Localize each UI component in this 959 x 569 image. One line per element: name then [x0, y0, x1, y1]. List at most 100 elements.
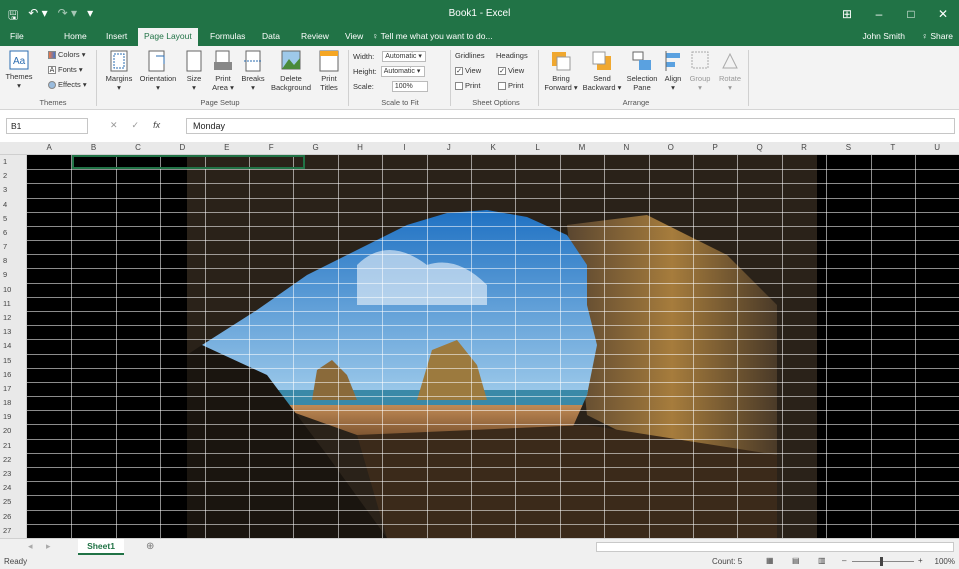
size-button[interactable]: Size ▾ [182, 50, 206, 92]
print-titles-button[interactable]: Print Titles [316, 50, 342, 92]
cancel-icon[interactable]: ✕ [110, 120, 118, 131]
column-header[interactable]: J [427, 143, 471, 152]
add-sheet-icon[interactable]: ⊕ [146, 541, 154, 552]
zoom-out-icon[interactable]: – [842, 556, 846, 565]
row-header[interactable]: 13 [0, 327, 24, 336]
gridlines-print-checkbox[interactable]: Print [455, 81, 480, 90]
row-header[interactable]: 24 [0, 483, 24, 492]
tab-formulas[interactable]: Formulas [210, 31, 245, 41]
row-header[interactable]: 26 [0, 512, 24, 521]
column-header[interactable]: P [693, 143, 737, 152]
enter-icon[interactable]: ✓ [132, 120, 140, 131]
row-header[interactable]: 20 [0, 426, 24, 435]
horizontal-scrollbar[interactable] [596, 542, 954, 552]
tab-data[interactable]: Data [262, 31, 280, 41]
tell-me-search[interactable]: ♀ Tell me what you want to do... [372, 31, 493, 41]
tab-insert[interactable]: Insert [106, 31, 127, 41]
column-header[interactable]: N [604, 143, 648, 152]
user-account[interactable]: John Smith [862, 31, 905, 41]
zoom-slider-thumb[interactable] [880, 557, 883, 566]
close-button[interactable]: ✕ [927, 0, 959, 28]
name-box[interactable]: B1 [6, 118, 88, 134]
height-dropdown[interactable]: Automatic ▾ [380, 66, 425, 77]
maximize-button[interactable]: □ [895, 0, 927, 28]
row-header[interactable]: 17 [0, 384, 24, 393]
formula-input[interactable]: Monday [186, 118, 955, 134]
rotate-button[interactable]: Rotate ▾ [716, 50, 744, 92]
print-area-button[interactable]: Print Area ▾ [208, 50, 238, 92]
row-header[interactable]: 14 [0, 341, 24, 350]
selection-pane-button[interactable]: Selection Pane [624, 50, 660, 92]
margins-button[interactable]: Margins ▾ [102, 50, 136, 92]
row-header[interactable]: 11 [0, 299, 24, 308]
send-backward-button[interactable]: Send Backward ▾ [582, 50, 622, 92]
zoom-level[interactable]: 100% [935, 557, 955, 566]
column-header[interactable]: O [649, 143, 693, 152]
row-header[interactable]: 1 [0, 157, 24, 166]
column-header[interactable]: R [782, 143, 826, 152]
width-dropdown[interactable]: Automatic ▾ [382, 51, 427, 62]
effects-button[interactable]: Effects ▾ [48, 80, 87, 89]
row-header[interactable]: 8 [0, 256, 24, 265]
row-header[interactable]: 7 [0, 242, 24, 251]
share-button[interactable]: ♀ Share [922, 31, 953, 41]
column-header[interactable]: G [293, 143, 337, 152]
orientation-button[interactable]: Orientation ▾ [136, 50, 180, 92]
column-header[interactable]: Q [737, 143, 781, 152]
column-header[interactable]: F [249, 143, 293, 152]
zoom-slider[interactable] [852, 561, 914, 562]
scale-spinner[interactable]: 100% [391, 81, 428, 92]
themes-button[interactable]: Aa Themes ▾ [2, 50, 36, 90]
column-header[interactable]: U [915, 143, 959, 152]
tab-view[interactable]: View [345, 31, 363, 41]
row-header[interactable]: 9 [0, 270, 24, 279]
tab-file[interactable]: File [10, 31, 24, 41]
delete-background-button[interactable]: Delete Background [268, 50, 314, 92]
colors-button[interactable]: Colors ▾ [48, 50, 86, 59]
bring-forward-button[interactable]: Bring Forward ▾ [542, 50, 580, 92]
worksheet-grid[interactable] [27, 155, 959, 538]
column-header[interactable]: M [560, 143, 604, 152]
row-header[interactable]: 25 [0, 497, 24, 506]
row-header[interactable]: 4 [0, 200, 24, 209]
column-header[interactable]: B [71, 143, 115, 152]
row-header[interactable]: 19 [0, 412, 24, 421]
page-break-view-icon[interactable]: ▥ [818, 556, 826, 565]
column-header[interactable]: I [382, 143, 426, 152]
normal-view-icon[interactable]: ▦ [766, 556, 774, 565]
group-button[interactable]: Group ▾ [688, 50, 712, 92]
row-header[interactable]: 22 [0, 455, 24, 464]
tab-home[interactable]: Home [64, 31, 87, 41]
column-header[interactable]: L [515, 143, 559, 152]
tab-page-layout[interactable]: Page Layout [138, 28, 198, 46]
minimize-button[interactable]: – [863, 0, 895, 28]
column-header[interactable]: D [160, 143, 204, 152]
headings-view-checkbox[interactable]: ✓ View [498, 66, 524, 75]
row-header[interactable]: 12 [0, 313, 24, 322]
headings-print-checkbox[interactable]: Print [498, 81, 523, 90]
insert-function-icon[interactable]: fx [153, 120, 160, 131]
prev-sheet-icon[interactable]: ◂ [28, 541, 33, 552]
zoom-in-icon[interactable]: + [918, 556, 923, 565]
column-header[interactable]: H [338, 143, 382, 152]
row-header[interactable]: 3 [0, 185, 24, 194]
row-header[interactable]: 27 [0, 526, 24, 535]
column-header[interactable]: E [205, 143, 249, 152]
row-header[interactable]: 21 [0, 441, 24, 450]
row-header[interactable]: 23 [0, 469, 24, 478]
next-sheet-icon[interactable]: ▸ [46, 541, 51, 552]
row-header[interactable]: 18 [0, 398, 24, 407]
column-header[interactable]: A [27, 143, 71, 152]
row-header[interactable]: 2 [0, 171, 24, 180]
column-header[interactable]: K [471, 143, 515, 152]
sheet-tab-sheet1[interactable]: Sheet1 [78, 539, 124, 555]
breaks-button[interactable]: Breaks ▾ [238, 50, 268, 92]
column-header[interactable]: C [116, 143, 160, 152]
ribbon-display-icon[interactable]: ⊞ [831, 0, 863, 28]
gridlines-view-checkbox[interactable]: ✓ View [455, 66, 481, 75]
column-header[interactable]: S [826, 143, 870, 152]
page-layout-view-icon[interactable]: ▤ [792, 556, 800, 565]
align-button[interactable]: Align ▾ [662, 50, 684, 92]
row-header[interactable]: 16 [0, 370, 24, 379]
fonts-button[interactable]: A Fonts ▾ [48, 65, 83, 74]
